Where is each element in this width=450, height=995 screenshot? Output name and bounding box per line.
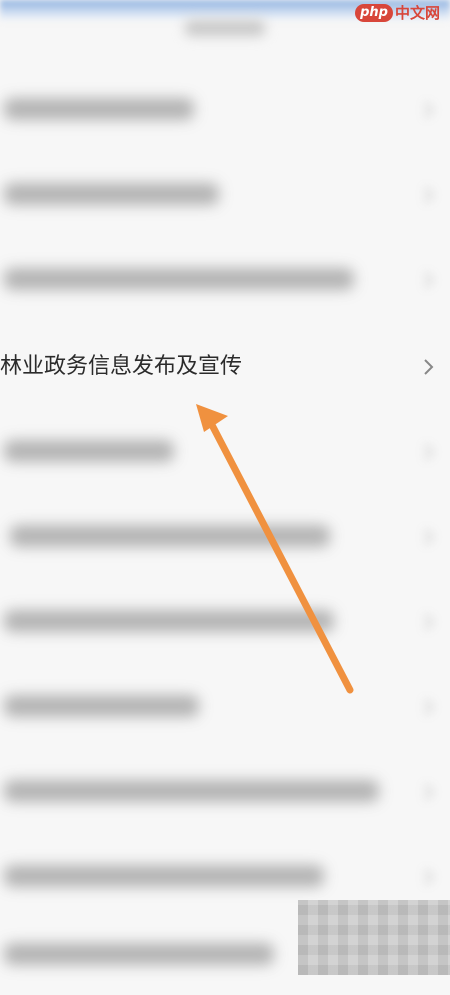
pixelated-area [298,900,450,975]
annotation-arrow-icon [196,404,354,694]
